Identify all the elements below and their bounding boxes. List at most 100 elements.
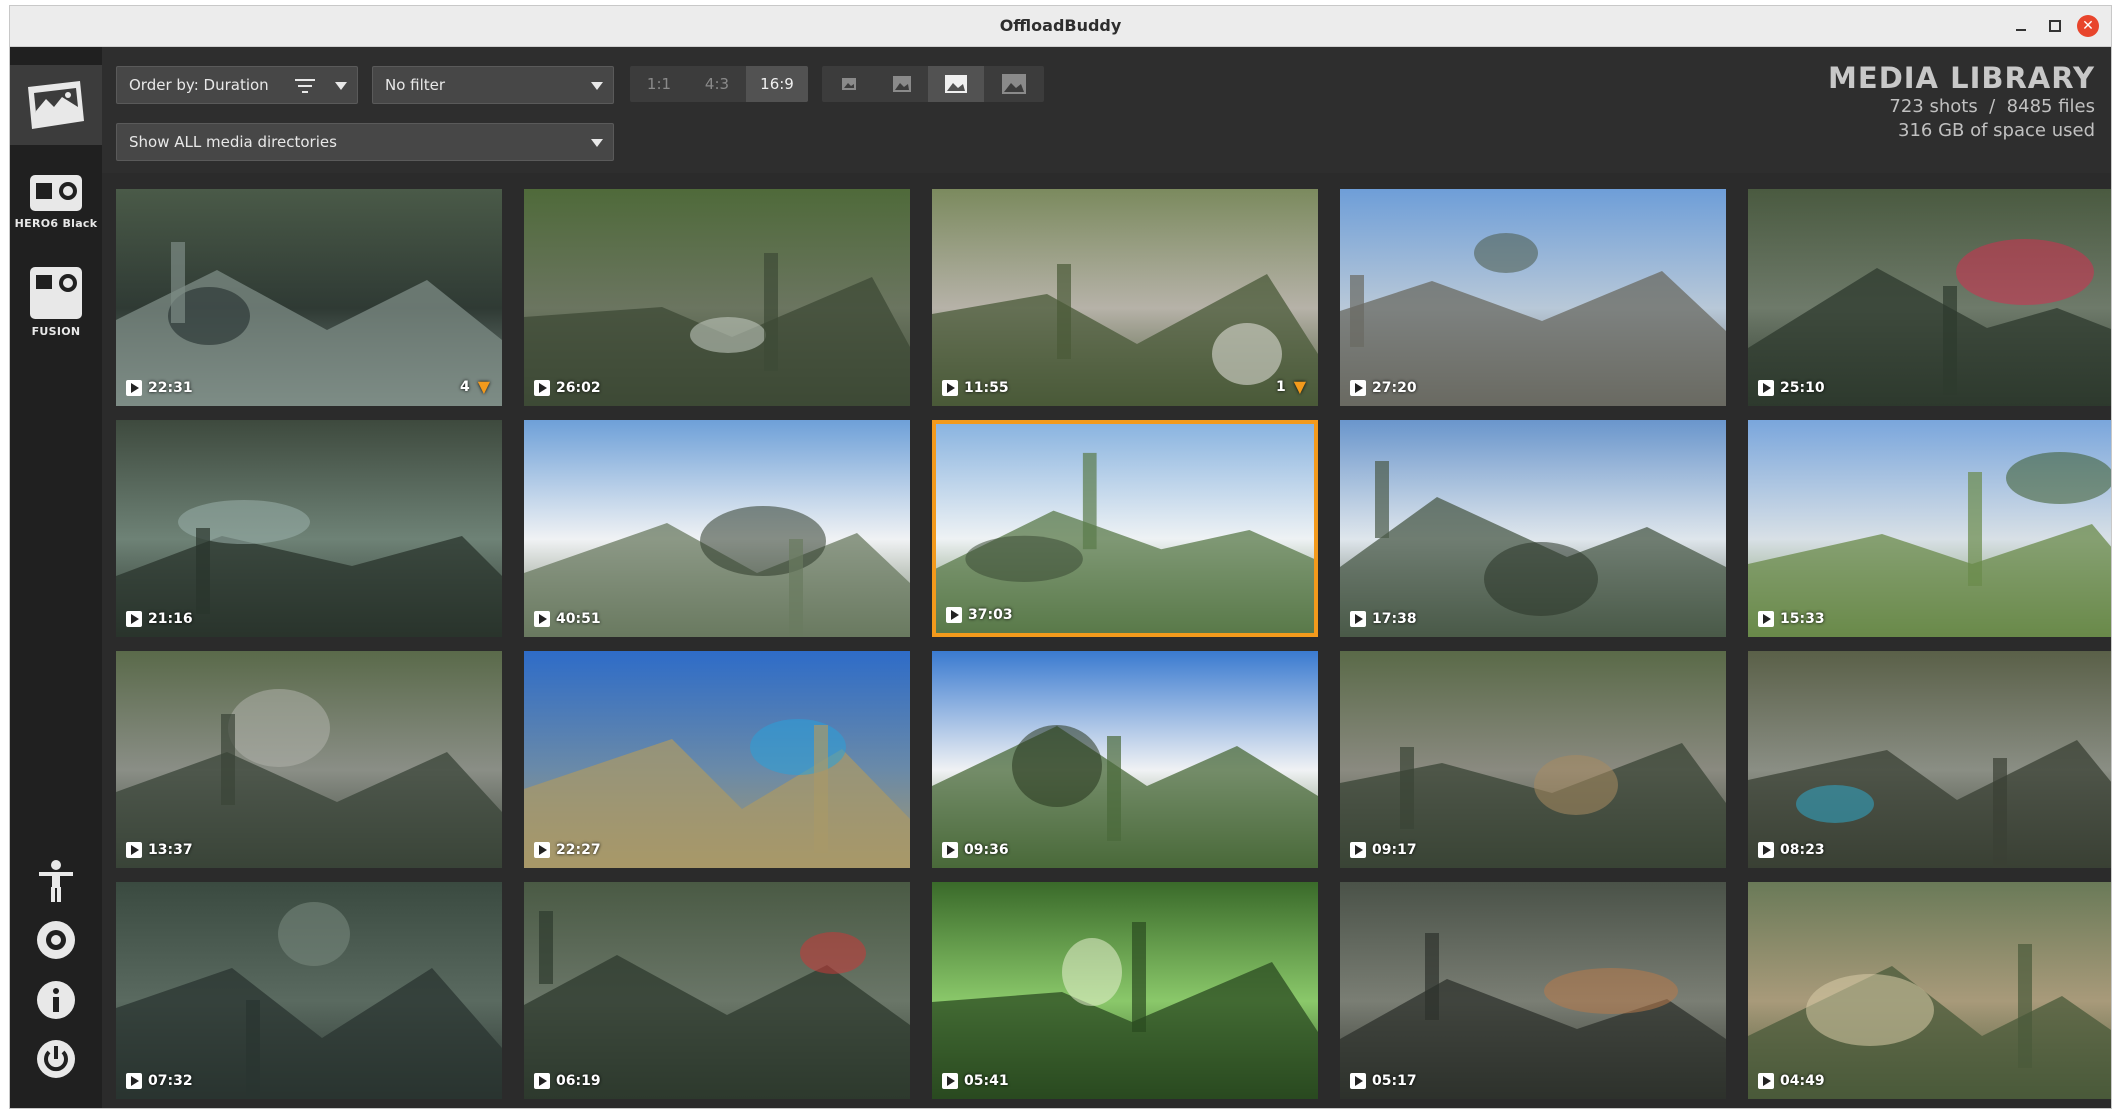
- thumbnail-image: [932, 882, 1318, 1099]
- media-thumbnail[interactable]: 40:51: [524, 420, 910, 637]
- duration-text: 21:16: [148, 611, 193, 627]
- video-duration: 05:41: [942, 1073, 1009, 1089]
- thumb-size-s-button[interactable]: [876, 66, 928, 102]
- video-duration: 08:23: [1758, 842, 1825, 858]
- thumbnail-image: [936, 424, 1314, 633]
- thumbnail-image: [524, 420, 910, 637]
- thumbnail-image: [932, 651, 1318, 868]
- media-thumbnail[interactable]: 09:17: [1340, 651, 1726, 868]
- video-play-icon: [942, 1073, 958, 1089]
- thumbnail-image: [524, 189, 910, 406]
- video-duration: 09:17: [1350, 842, 1417, 858]
- duration-text: 40:51: [556, 611, 601, 627]
- media-thumbnail[interactable]: 05:17: [1340, 882, 1726, 1099]
- media-thumbnail[interactable]: 21:16: [116, 420, 502, 637]
- thumbnail-image: [524, 882, 910, 1099]
- aspect-16-9-button[interactable]: 16:9: [746, 66, 808, 102]
- thumbnail-image: [116, 420, 502, 637]
- app-logo[interactable]: [10, 65, 102, 145]
- duration-text: 04:49: [1780, 1073, 1825, 1089]
- video-play-icon: [534, 380, 550, 396]
- media-thumbnail[interactable]: 27:20: [1340, 189, 1726, 406]
- video-duration: 09:36: [942, 842, 1009, 858]
- video-duration: 22:27: [534, 842, 601, 858]
- maximize-button[interactable]: [2044, 15, 2066, 37]
- accessibility-button[interactable]: [34, 859, 78, 903]
- duration-text: 37:03: [968, 607, 1013, 623]
- thumb-size-xs-button[interactable]: [822, 66, 876, 102]
- filter-label: No filter: [385, 76, 446, 94]
- video-play-icon: [534, 1073, 550, 1089]
- duration-text: 17:38: [1372, 611, 1417, 627]
- thumb-size-l-icon: [1002, 74, 1026, 94]
- thumb-size-xs-icon: [842, 78, 856, 90]
- highlight-tag-icon: ▼: [1293, 377, 1306, 396]
- duration-text: 25:10: [1780, 380, 1825, 396]
- media-thumbnail[interactable]: 26:02: [524, 189, 910, 406]
- duration-text: 05:17: [1372, 1073, 1417, 1089]
- video-duration: 07:32: [126, 1073, 193, 1089]
- settings-button[interactable]: [34, 918, 78, 962]
- video-duration: 04:49: [1758, 1073, 1825, 1089]
- media-thumbnail[interactable]: 25:10: [1748, 189, 2111, 406]
- library-title: MEDIA LIBRARY: [1828, 61, 2095, 95]
- thumbnail-image: [1748, 189, 2111, 406]
- close-button[interactable]: ✕: [2077, 15, 2099, 37]
- media-thumbnail[interactable]: 09:36: [932, 651, 1318, 868]
- highlight-tag-icon: ▼: [477, 377, 490, 396]
- media-thumbnail[interactable]: 22:27: [524, 651, 910, 868]
- video-play-icon: [126, 1073, 142, 1089]
- video-duration: 15:33: [1758, 611, 1825, 627]
- highlight-count-text: 1: [1275, 378, 1286, 395]
- order-by-dropdown[interactable]: Order by: Duration: [116, 66, 358, 104]
- duration-text: 27:20: [1372, 380, 1417, 396]
- duration-text: 09:17: [1372, 842, 1417, 858]
- chevron-down-icon: [335, 82, 347, 90]
- library-header: MEDIA LIBRARY 723 shots / 8485 files 316…: [1828, 61, 2095, 143]
- thumb-size-m-button[interactable]: [928, 66, 984, 102]
- video-play-icon: [126, 611, 142, 627]
- sidebar: HERO6 Black FUSION: [10, 47, 102, 1108]
- thumb-size-l-button[interactable]: [984, 66, 1044, 102]
- media-grid: 22:31 4 ▼ 26:02 11:55 1 ▼ 27:20 25:10 21:16 40:51 3…: [116, 189, 2111, 1108]
- media-thumbnail[interactable]: 22:31 4 ▼: [116, 189, 502, 406]
- minimize-button[interactable]: [2010, 15, 2032, 37]
- media-thumbnail[interactable]: 08:23: [1748, 651, 2111, 868]
- media-thumbnail[interactable]: 06:19: [524, 882, 910, 1099]
- filter-dropdown[interactable]: No filter: [372, 66, 614, 104]
- duration-text: 09:36: [964, 842, 1009, 858]
- aspect-ratio-selector: 1:1 4:3 16:9: [630, 66, 808, 102]
- video-play-icon: [1758, 611, 1774, 627]
- media-thumbnail[interactable]: 11:55 1 ▼: [932, 189, 1318, 406]
- power-button[interactable]: [34, 1037, 78, 1081]
- thumbnail-image: [1748, 651, 2111, 868]
- video-play-icon: [946, 607, 962, 623]
- media-thumbnail[interactable]: 13:37: [116, 651, 502, 868]
- media-thumbnail[interactable]: 37:03: [932, 420, 1318, 637]
- video-duration: 26:02: [534, 380, 601, 396]
- aspect-4-3-button[interactable]: 4:3: [688, 66, 746, 102]
- media-thumbnail[interactable]: 07:32: [116, 882, 502, 1099]
- camera-label: FUSION: [31, 325, 81, 338]
- media-thumbnail[interactable]: 04:49: [1748, 882, 2111, 1099]
- duration-text: 13:37: [148, 842, 193, 858]
- media-thumbnail[interactable]: 17:38: [1340, 420, 1726, 637]
- video-duration: 11:55: [942, 380, 1009, 396]
- settings-icon: [37, 921, 75, 959]
- directories-label: Show ALL media directories: [129, 133, 337, 151]
- camera-fusion[interactable]: FUSION: [10, 265, 102, 338]
- aspect-1-1-button[interactable]: 1:1: [630, 66, 688, 102]
- duration-text: 26:02: [556, 380, 601, 396]
- video-play-icon: [1350, 611, 1366, 627]
- power-icon: [37, 1040, 75, 1078]
- info-button[interactable]: [34, 978, 78, 1022]
- media-thumbnail[interactable]: 05:41: [932, 882, 1318, 1099]
- duration-text: 07:32: [148, 1073, 193, 1089]
- info-icon: [37, 981, 75, 1019]
- thumbnail-image: [1340, 651, 1726, 868]
- directories-dropdown[interactable]: Show ALL media directories: [116, 123, 614, 161]
- chevron-down-icon: [591, 139, 603, 147]
- camera-hero6-black[interactable]: HERO6 Black: [10, 173, 102, 230]
- video-play-icon: [1758, 380, 1774, 396]
- media-thumbnail[interactable]: 15:33: [1748, 420, 2111, 637]
